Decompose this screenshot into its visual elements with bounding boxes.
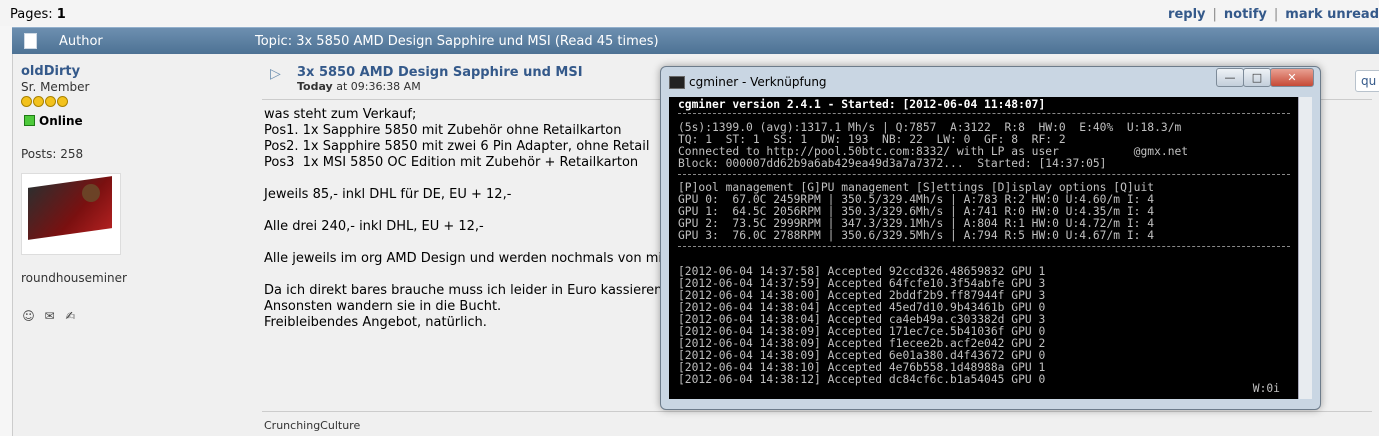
author-column-header: Author (59, 34, 103, 49)
window-title: cgminer - Verknüpfung (689, 75, 827, 89)
mark-unread-link[interactable]: mark unread (1285, 7, 1379, 22)
terminal-separator (678, 174, 1290, 176)
post-subject-link[interactable]: 3x 5850 AMD Design Sapphire und MSI (297, 65, 583, 80)
email-icon[interactable]: ✉ (42, 309, 57, 323)
document-icon (24, 33, 37, 49)
scrollbar[interactable] (1298, 97, 1312, 399)
terminal-separator (678, 246, 1290, 248)
terminal-corner-text: W:0i (1252, 382, 1280, 395)
minimize-button[interactable]: — (1216, 68, 1244, 87)
online-indicator-icon (24, 115, 35, 126)
topic-header-bar: Author Topic: 3x 5850 AMD Design Sapphir… (12, 27, 1379, 54)
divider (262, 411, 1372, 412)
terminal-separator (678, 113, 1290, 115)
star-icon (33, 96, 44, 107)
poster-custom-title: roundhouseminer (21, 271, 127, 285)
gpu-line: GPU 3: 76.0C 2788RPM | 350.6/329.5Mh/s |… (678, 229, 1155, 242)
pages-indicator: Pages: 1 (10, 7, 66, 22)
post-icon: ▷ (270, 66, 281, 82)
star-icon (21, 96, 32, 107)
online-status: Online (21, 114, 251, 128)
log-line: [2012-06-04 14:38:12] Accepted dc84cf6c.… (678, 373, 1046, 386)
avatar (21, 173, 121, 255)
star-icon (57, 96, 68, 107)
current-page[interactable]: 1 (57, 7, 66, 22)
pagination-bar: Pages: 1 reply | notify | mark unread (0, 0, 1379, 26)
post-body: was steht zum Verkauf; Pos1. 1x Sapphire… (264, 107, 663, 330)
topic-actions: reply | notify | mark unread (1168, 7, 1379, 22)
personal-message-icon[interactable]: ✍ (63, 309, 78, 323)
terminal-output[interactable]: cgminer version 2.4.1 - Started: [2012-0… (669, 97, 1298, 399)
poster-actions: ☺ ✉ ✍ (21, 309, 251, 324)
graphics-card-image (28, 176, 112, 240)
post-count: Posts: 258 (21, 147, 84, 161)
topic-title: Topic: 3x 5850 AMD Design Sapphire und M… (255, 34, 659, 49)
notify-link[interactable]: notify (1224, 7, 1267, 22)
star-icon (45, 96, 56, 107)
console-app-icon (669, 76, 685, 89)
status-line: Block: 000007dd62b9a6ab429ea49d3a7a7372.… (678, 157, 1107, 170)
version-line: cgminer version 2.4.1 - Started: [2012-0… (678, 98, 1046, 111)
rank-stars (21, 96, 251, 108)
cgminer-window[interactable]: cgminer - Verknüpfung — □ ✕ cgminer versio… (660, 66, 1321, 410)
maximize-button[interactable]: □ (1243, 68, 1271, 87)
reply-link[interactable]: reply (1168, 7, 1205, 22)
poster-username[interactable]: oldDirty (21, 64, 251, 79)
window-controls: — □ ✕ (1216, 68, 1314, 87)
post-signature: CrunchingCulture (264, 419, 361, 432)
profile-icon[interactable]: ☺ (21, 309, 36, 323)
post-date: Today at 09:36:38 AM (297, 80, 421, 93)
close-button[interactable]: ✕ (1270, 68, 1314, 87)
quote-button[interactable]: qu (1355, 70, 1379, 92)
poster-rank: Sr. Member (21, 80, 90, 94)
poster-info: oldDirty Sr. Member Online Posts: 258 ro… (21, 64, 251, 324)
